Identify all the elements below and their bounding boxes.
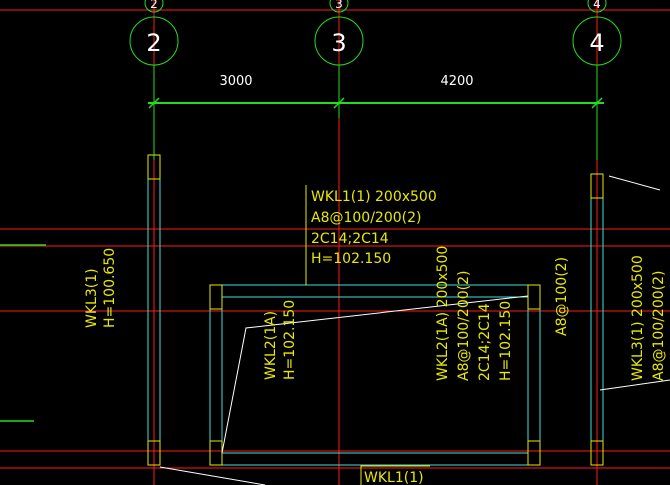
- wkl1-line-3: 2C14;2C14: [311, 231, 389, 247]
- wkl1-line-4: H=102.150: [311, 251, 391, 267]
- wkl1-line-2: A8@100/200(2): [311, 210, 421, 226]
- wkl2-inner-line-2: H=102.150: [282, 300, 298, 380]
- axis-label-3: 3: [331, 29, 346, 57]
- wkl3-left-line-1: WKL3(1): [84, 268, 100, 328]
- axis-top-label: 3: [335, 0, 343, 11]
- wkl3-left-line-2: H=100.650: [102, 248, 118, 328]
- wkl3-right-line-1: WKL3(1) 200x500: [630, 255, 646, 381]
- a8-stirrup-label: A8@100(2): [554, 257, 570, 336]
- axis-top-label: 4: [593, 0, 601, 11]
- wkl1-line-1: WKL1(1) 200x500: [311, 189, 437, 205]
- wkl2-inner-line-1: WKL2(1A): [263, 311, 279, 380]
- wkl2-right-line-4: H=102.150: [498, 301, 514, 381]
- cad-drawing-canvas[interactable]: 2 3 4 2 3 4 3000 4200 WKL1(1) 200x500 A8…: [0, 0, 670, 485]
- dimension-value-2-3: 3000: [219, 74, 252, 89]
- wkl3-right-line-2: A8@100/200(2): [651, 271, 667, 381]
- dimension-value-3-4: 4200: [440, 74, 473, 89]
- axis-label-2: 2: [146, 29, 161, 57]
- axis-label-4: 4: [589, 29, 604, 57]
- wkl1-bottom-label: WKL1(1): [364, 470, 424, 485]
- axis-top-label: 2: [150, 0, 158, 11]
- wkl2-right-line-3: 2C14;2C14: [477, 303, 493, 381]
- wkl2-right-line-2: A8@100/200(2): [456, 271, 472, 381]
- wkl2-right-line-1: WKL2(1A) 200x500: [435, 246, 451, 381]
